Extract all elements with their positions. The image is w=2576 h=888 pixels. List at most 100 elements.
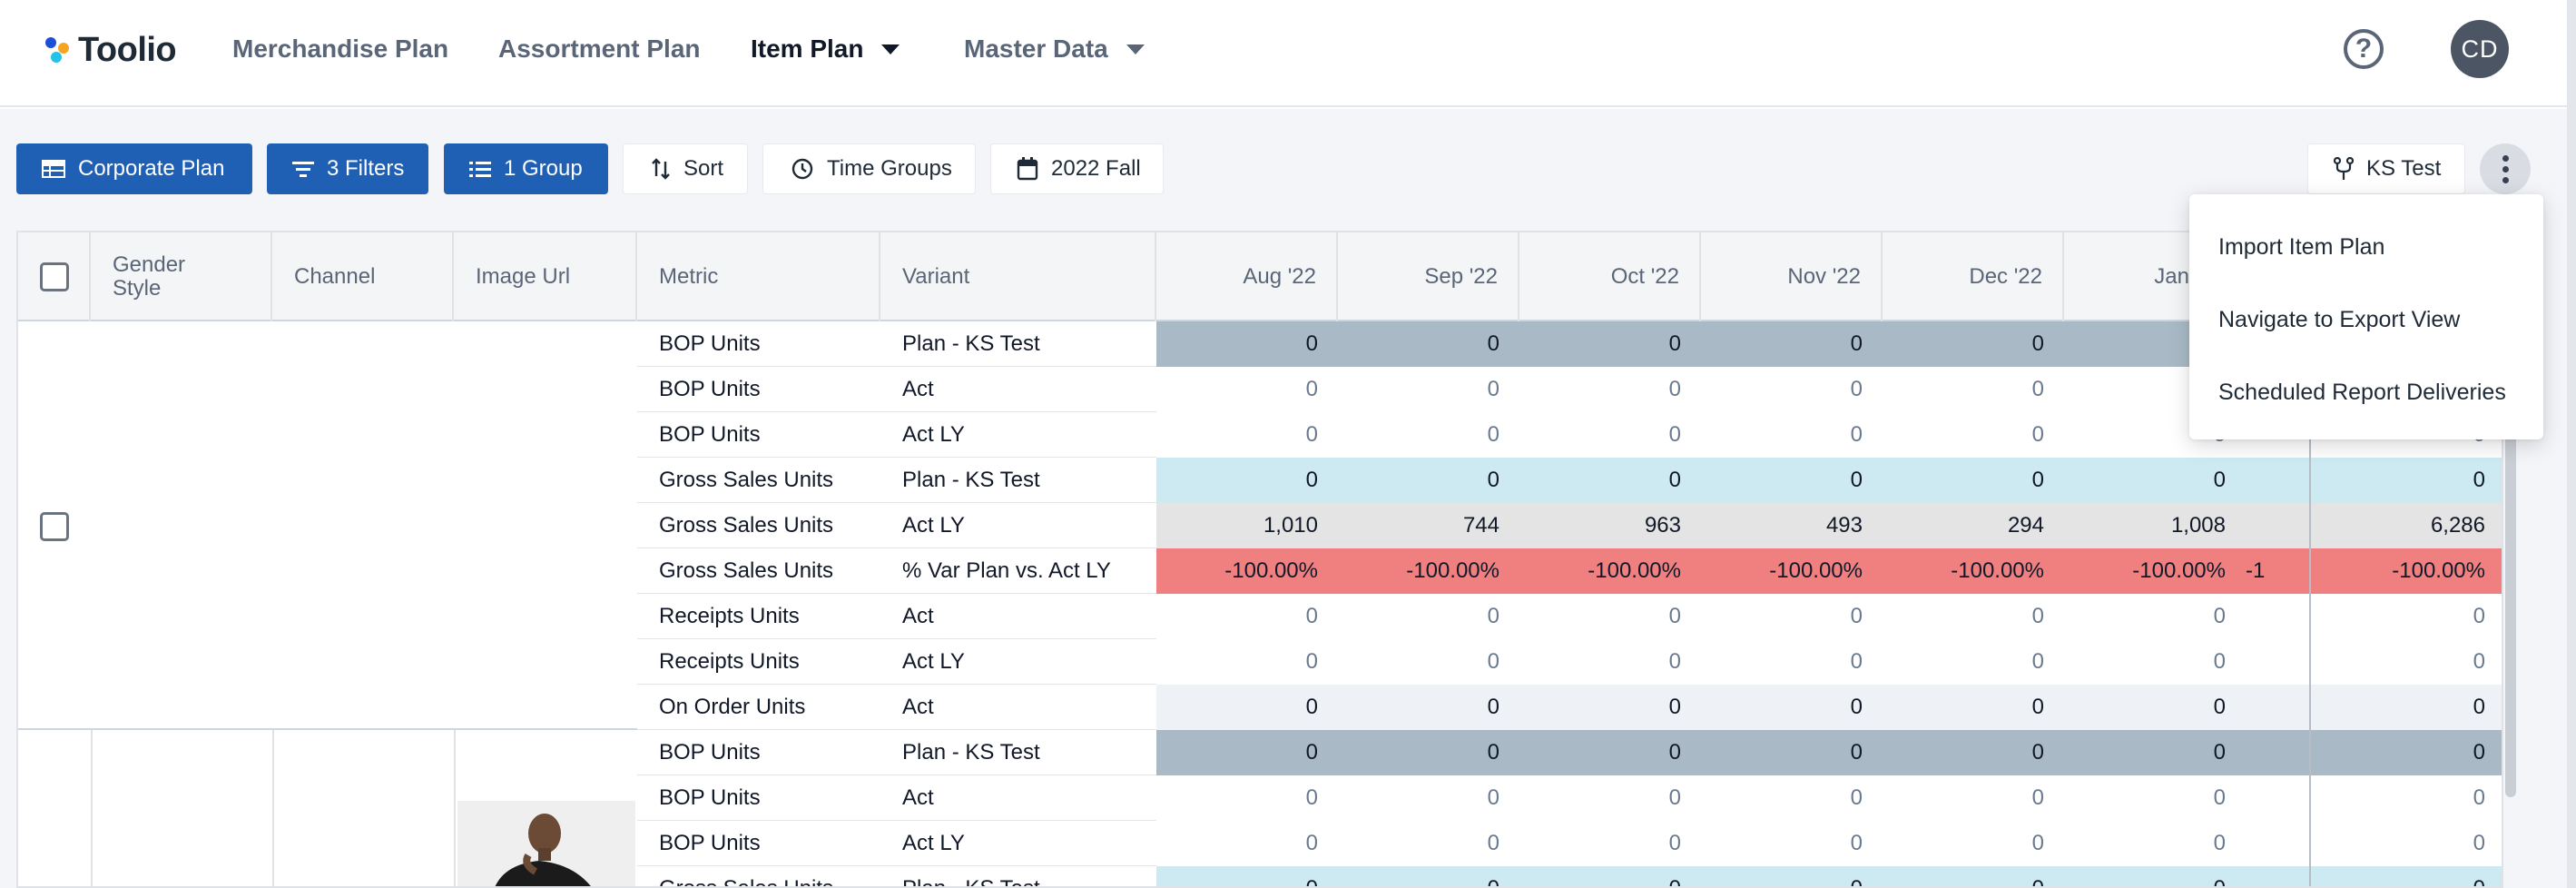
value-cell[interactable]: 0 bbox=[1156, 458, 1338, 503]
value-cell[interactable]: 0 bbox=[1701, 821, 1883, 866]
window-scrollbar[interactable] bbox=[2567, 0, 2576, 888]
value-cell[interactable]: 0 bbox=[1519, 412, 1701, 458]
value-cell[interactable]: 0 bbox=[1701, 367, 1883, 412]
value-cell[interactable]: 0 bbox=[2309, 685, 2502, 730]
value-cell[interactable]: 0 bbox=[1338, 730, 1519, 775]
value-cell[interactable]: 0 bbox=[1338, 594, 1519, 639]
value-cell[interactable]: 0 bbox=[1883, 685, 2064, 730]
value-cell[interactable]: 0 bbox=[1519, 821, 1701, 866]
value-cell[interactable]: 0 bbox=[1519, 367, 1701, 412]
value-cell[interactable]: 0 bbox=[1156, 866, 1338, 886]
value-cell[interactable]: -100.00% bbox=[1519, 548, 1701, 594]
value-cell[interactable]: 0 bbox=[2064, 775, 2246, 821]
value-cell[interactable]: 0 bbox=[1701, 321, 1883, 367]
value-cell[interactable]: 0 bbox=[2064, 821, 2246, 866]
value-cell[interactable]: 0 bbox=[1883, 412, 2064, 458]
value-cell[interactable]: 0 bbox=[1701, 775, 1883, 821]
value-cell[interactable]: 963 bbox=[1519, 503, 1701, 548]
menu-item-navigate-export[interactable]: Navigate to Export View bbox=[2189, 283, 2543, 356]
value-cell[interactable]: 0 bbox=[1156, 775, 1338, 821]
value-cell[interactable]: 1,008 bbox=[2064, 503, 2246, 548]
value-cell[interactable]: -100.00% bbox=[1701, 548, 1883, 594]
nav-master-data[interactable]: Master Data bbox=[964, 31, 1145, 67]
nav-item-plan[interactable]: Item Plan bbox=[751, 31, 900, 67]
value-cell[interactable] bbox=[2246, 821, 2309, 866]
value-cell[interactable] bbox=[2246, 866, 2309, 886]
value-cell[interactable]: 0 bbox=[1338, 367, 1519, 412]
value-cell[interactable]: 0 bbox=[1519, 639, 1701, 685]
value-cell[interactable]: 0 bbox=[1519, 321, 1701, 367]
header-month[interactable]: Dec '22 bbox=[1883, 232, 2064, 321]
value-cell[interactable]: 0 bbox=[2309, 639, 2502, 685]
value-cell[interactable]: 0 bbox=[1883, 321, 2064, 367]
value-cell[interactable]: 0 bbox=[1519, 594, 1701, 639]
value-cell[interactable]: -100.00% bbox=[1156, 548, 1338, 594]
value-cell[interactable]: 0 bbox=[1883, 639, 2064, 685]
value-cell[interactable]: 0 bbox=[2064, 594, 2246, 639]
value-cell[interactable]: 0 bbox=[1701, 458, 1883, 503]
value-cell[interactable]: 0 bbox=[1156, 639, 1338, 685]
value-cell[interactable]: 0 bbox=[1156, 821, 1338, 866]
value-cell[interactable]: 0 bbox=[2309, 730, 2502, 775]
value-cell[interactable]: 0 bbox=[2309, 866, 2502, 886]
value-cell[interactable]: -100.00% bbox=[1338, 548, 1519, 594]
value-cell[interactable]: -100.00% bbox=[2064, 548, 2246, 594]
value-cell[interactable]: 0 bbox=[2309, 775, 2502, 821]
branch-button[interactable]: KS Test bbox=[2307, 143, 2465, 194]
help-icon[interactable]: ? bbox=[2344, 29, 2384, 69]
value-cell[interactable]: 0 bbox=[1701, 730, 1883, 775]
value-cell[interactable]: 1,010 bbox=[1156, 503, 1338, 548]
header-month[interactable]: Oct '22 bbox=[1519, 232, 1701, 321]
menu-item-import-item-plan[interactable]: Import Item Plan bbox=[2189, 211, 2543, 283]
row-checkbox[interactable] bbox=[40, 512, 69, 541]
value-cell[interactable]: 0 bbox=[1156, 321, 1338, 367]
value-cell[interactable]: 0 bbox=[1701, 639, 1883, 685]
value-cell[interactable]: 0 bbox=[2309, 821, 2502, 866]
season-button[interactable]: 2022 Fall bbox=[990, 143, 1164, 194]
value-cell[interactable]: -100.00% bbox=[2309, 548, 2502, 594]
more-options-icon[interactable] bbox=[2480, 143, 2531, 194]
value-cell[interactable]: 0 bbox=[1701, 594, 1883, 639]
header-gender-style[interactable]: Gender Style bbox=[91, 232, 272, 321]
value-cell[interactable]: 0 bbox=[1156, 367, 1338, 412]
value-cell[interactable]: 0 bbox=[1519, 730, 1701, 775]
value-cell[interactable]: 0 bbox=[1156, 412, 1338, 458]
value-cell[interactable]: 0 bbox=[2309, 594, 2502, 639]
header-month[interactable]: Sep '22 bbox=[1338, 232, 1519, 321]
value-cell[interactable] bbox=[2246, 730, 2309, 775]
value-cell[interactable]: 0 bbox=[2064, 730, 2246, 775]
value-cell[interactable]: 0 bbox=[1883, 821, 2064, 866]
value-cell[interactable]: 0 bbox=[1156, 685, 1338, 730]
corporate-plan-button[interactable]: Corporate Plan bbox=[16, 143, 252, 194]
value-cell[interactable]: 0 bbox=[1338, 821, 1519, 866]
value-cell[interactable]: 0 bbox=[1338, 458, 1519, 503]
value-cell[interactable]: 0 bbox=[1883, 730, 2064, 775]
value-cell[interactable]: 0 bbox=[1338, 412, 1519, 458]
value-cell[interactable]: 0 bbox=[1338, 866, 1519, 886]
nav-assortment-plan[interactable]: Assortment Plan bbox=[498, 31, 701, 67]
value-cell[interactable]: 0 bbox=[1883, 866, 2064, 886]
value-cell[interactable]: 0 bbox=[1519, 458, 1701, 503]
value-cell[interactable]: 0 bbox=[1883, 594, 2064, 639]
value-cell[interactable]: 0 bbox=[1156, 730, 1338, 775]
value-cell[interactable]: 0 bbox=[2064, 685, 2246, 730]
select-all-checkbox[interactable] bbox=[40, 262, 69, 291]
header-month[interactable]: Nov '22 bbox=[1701, 232, 1883, 321]
value-cell[interactable]: 0 bbox=[1883, 458, 2064, 503]
value-cell[interactable]: 0 bbox=[1883, 775, 2064, 821]
value-cell[interactable]: 0 bbox=[1883, 367, 2064, 412]
value-cell[interactable] bbox=[2246, 503, 2309, 548]
header-month[interactable]: Aug '22 bbox=[1156, 232, 1338, 321]
header-metric[interactable]: Metric bbox=[637, 232, 880, 321]
value-cell[interactable] bbox=[2246, 639, 2309, 685]
value-cell[interactable]: 0 bbox=[1701, 412, 1883, 458]
group-button[interactable]: 1 Group bbox=[444, 143, 608, 194]
value-cell[interactable]: 0 bbox=[1338, 775, 1519, 821]
value-cell[interactable] bbox=[2246, 775, 2309, 821]
avatar[interactable]: CD bbox=[2451, 20, 2509, 78]
value-cell[interactable]: 744 bbox=[1338, 503, 1519, 548]
value-cell[interactable] bbox=[2246, 594, 2309, 639]
value-cell[interactable]: 0 bbox=[1338, 321, 1519, 367]
menu-item-scheduled-reports[interactable]: Scheduled Report Deliveries bbox=[2189, 356, 2543, 429]
value-cell[interactable]: 493 bbox=[1701, 503, 1883, 548]
